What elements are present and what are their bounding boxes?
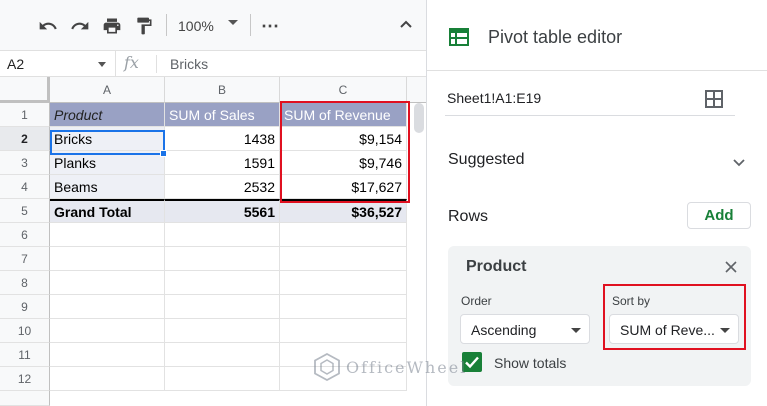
row-header[interactable]: [0, 391, 50, 406]
vertical-scrollbar[interactable]: [414, 103, 424, 133]
add-row-button[interactable]: Add: [687, 202, 751, 229]
panel-title: Pivot table editor: [488, 27, 623, 47]
watermark-text: OfficeWheel: [346, 357, 468, 377]
empty-cell[interactable]: [50, 295, 165, 319]
empty-cell[interactable]: [50, 271, 165, 295]
select-all-corner[interactable]: [0, 77, 50, 103]
order-value: Ascending: [471, 322, 537, 338]
empty-cell[interactable]: [50, 247, 165, 271]
table-cell[interactable]: 2532: [165, 175, 280, 199]
row-header[interactable]: 1: [0, 103, 50, 127]
empty-cell[interactable]: [50, 367, 165, 391]
row-header[interactable]: 6: [0, 223, 50, 247]
row-field-title: Product: [466, 258, 527, 275]
active-cell-outline: [50, 130, 165, 155]
empty-cell[interactable]: [165, 319, 280, 343]
order-select[interactable]: Ascending: [460, 314, 590, 344]
empty-cell[interactable]: [280, 295, 407, 319]
print-icon[interactable]: [100, 14, 124, 38]
row-header[interactable]: 9: [0, 295, 50, 319]
watermark: OfficeWheel: [314, 352, 467, 382]
table-cell[interactable]: Beams: [50, 175, 165, 199]
order-label: Order: [461, 294, 492, 308]
empty-cell[interactable]: [50, 343, 165, 367]
row-header[interactable]: 10: [0, 319, 50, 343]
row-header[interactable]: 7: [0, 247, 50, 271]
undo-icon[interactable]: [36, 14, 60, 38]
redo-icon[interactable]: [68, 14, 92, 38]
data-range-input[interactable]: Sheet1!A1:E19: [447, 90, 541, 106]
empty-cell[interactable]: [165, 271, 280, 295]
toolbar-divider: [166, 14, 167, 36]
formula-input[interactable]: Bricks: [170, 56, 208, 72]
table-header-cell[interactable]: SUM of Sales: [165, 103, 280, 127]
column-header-c[interactable]: C: [280, 77, 407, 103]
empty-cell[interactable]: [50, 319, 165, 343]
table-cell[interactable]: 1438: [165, 127, 280, 151]
function-icon: fx: [124, 53, 139, 72]
empty-cell[interactable]: [280, 319, 407, 343]
more-options-button[interactable]: ⋯: [258, 14, 282, 38]
zoom-select[interactable]: 100%: [178, 14, 214, 38]
toolbar-divider: [250, 14, 251, 36]
rows-section-label: Rows: [448, 208, 489, 225]
pivot-table-icon: [449, 28, 469, 46]
row-header[interactable]: 12: [0, 367, 50, 391]
toolbar: 100% ⋯: [0, 0, 426, 50]
empty-cell[interactable]: [280, 247, 407, 271]
paint-format-icon[interactable]: [132, 14, 156, 38]
row-header[interactable]: 4: [0, 175, 50, 199]
revenue-column-highlight: [280, 101, 410, 203]
empty-cell[interactable]: [165, 295, 280, 319]
panel-header: Pivot table editor: [427, 0, 767, 71]
row-field-card: Product Order Ascending Sort by SUM of R…: [448, 246, 751, 386]
grand-total-cell[interactable]: 5561: [165, 199, 280, 223]
row-header[interactable]: 11: [0, 343, 50, 367]
chevron-down-icon[interactable]: [732, 155, 746, 169]
formula-divider: [156, 55, 157, 73]
officewheel-logo-icon: [314, 353, 340, 381]
column-header-filler: [407, 77, 426, 103]
pivot-editor-panel: Pivot table editor Sheet1!A1:E19 Suggest…: [426, 0, 767, 406]
chevron-up-icon[interactable]: [398, 16, 414, 32]
empty-cell[interactable]: [280, 271, 407, 295]
empty-cell[interactable]: [280, 223, 407, 247]
row-header[interactable]: 5: [0, 199, 50, 223]
table-header-cell[interactable]: Product: [50, 103, 165, 127]
select-range-icon[interactable]: [705, 90, 723, 108]
empty-cell[interactable]: [50, 223, 165, 247]
column-header-b[interactable]: B: [165, 77, 280, 103]
column-header-a[interactable]: A: [50, 77, 165, 103]
sort-by-highlight: [603, 284, 746, 350]
show-totals-label: Show totals: [494, 355, 567, 371]
empty-cell[interactable]: [165, 223, 280, 247]
grand-total-label[interactable]: Grand Total: [50, 199, 165, 223]
chevron-down-icon[interactable]: [228, 20, 238, 25]
chevron-down-icon[interactable]: [98, 62, 106, 67]
empty-cell[interactable]: [165, 367, 280, 391]
fill-handle[interactable]: [160, 150, 167, 157]
suggested-section-label[interactable]: Suggested: [448, 151, 525, 169]
close-icon[interactable]: [724, 260, 738, 274]
empty-cell[interactable]: [165, 343, 280, 367]
data-range-field[interactable]: Sheet1!A1:E19: [445, 86, 735, 116]
empty-cell[interactable]: [165, 247, 280, 271]
row-header[interactable]: 2: [0, 127, 50, 151]
chevron-down-icon: [571, 328, 581, 333]
table-cell[interactable]: 1591: [165, 151, 280, 175]
row-header[interactable]: 3: [0, 151, 50, 175]
row-header[interactable]: 8: [0, 271, 50, 295]
spreadsheet-area: 100% ⋯ A2 fx Bricks A B C 1 2 3 4 5 6 7 …: [0, 0, 426, 406]
formula-bar: A2 fx Bricks: [0, 50, 426, 77]
